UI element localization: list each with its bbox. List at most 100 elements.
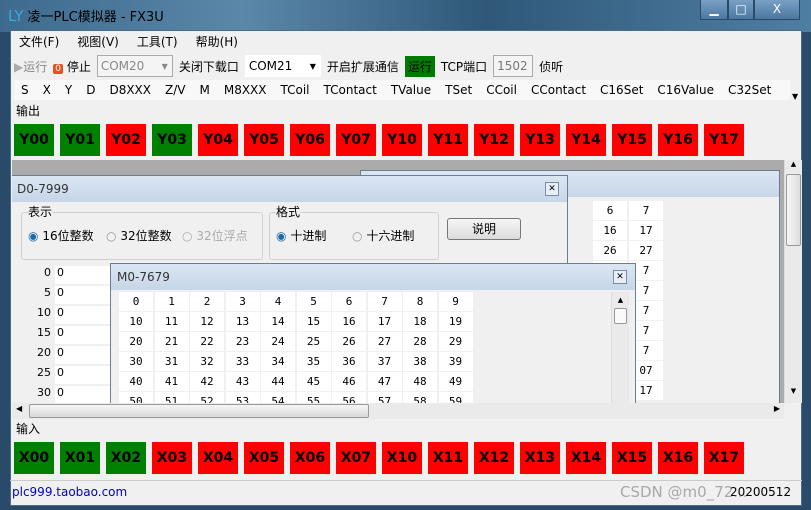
m-relay-cell[interactable]: 9 (438, 292, 473, 311)
output-y11[interactable]: Y11 (428, 124, 468, 156)
radio-hex[interactable]: ○ 十六进制 (352, 227, 414, 244)
m-relay-cell[interactable]: 37 (367, 352, 402, 371)
m-relay-cell[interactable]: 12 (190, 312, 224, 331)
tab-x[interactable]: X (36, 80, 58, 100)
tab-c32set[interactable]: C32Set (721, 80, 778, 100)
m-relay-cell[interactable]: 28 (403, 332, 437, 351)
m-relay-cell[interactable]: 2 (190, 292, 224, 311)
output-y15[interactable]: Y15 (612, 124, 652, 156)
m-relay-cell[interactable]: 26 (332, 332, 366, 351)
workspace-vertical-scrollbar[interactable]: ▲ ▼ (784, 160, 802, 403)
open-ext-comm-button[interactable]: 开启扩展通信 (327, 58, 399, 75)
m-relay-cell[interactable]: 24 (261, 332, 295, 351)
input-x14[interactable]: X14 (566, 442, 606, 474)
output-y05[interactable]: Y05 (244, 124, 284, 156)
d-value-cell[interactable]: 0 (55, 266, 115, 284)
m-relay-cell[interactable]: 17 (367, 312, 402, 331)
m-relay-cell[interactable]: 1 (154, 292, 189, 311)
m-relay-cell[interactable]: 13 (225, 312, 260, 331)
tab-ccoil[interactable]: CCoil (479, 80, 524, 100)
input-x00[interactable]: X00 (14, 442, 54, 474)
m-relay-cell[interactable]: 50 (119, 392, 153, 403)
m-relay-cell[interactable]: 31 (154, 352, 189, 371)
input-x10[interactable]: X10 (382, 442, 422, 474)
tab-m8xxx[interactable]: M8XXX (217, 80, 274, 100)
close-button[interactable]: X (754, 0, 800, 20)
vertical-scrollbar[interactable]: ▲ (611, 292, 629, 403)
d-value-cell[interactable]: 0 (55, 306, 115, 324)
menu-help[interactable]: 帮助(H) (196, 32, 238, 52)
m-relay-cell[interactable]: 39 (438, 352, 473, 371)
m-relay-cell[interactable]: 55 (296, 392, 331, 403)
ext-port-select[interactable]: COM21 ▼ (244, 55, 321, 77)
input-x03[interactable]: X03 (152, 442, 192, 474)
output-y16[interactable]: Y16 (658, 124, 698, 156)
input-x01[interactable]: X01 (60, 442, 100, 474)
m-relay-cell[interactable]: 38 (403, 352, 437, 371)
input-x07[interactable]: X07 (336, 442, 376, 474)
radio-32bit[interactable]: ○ 32位整数 (106, 227, 172, 244)
d-value-cell[interactable]: 0 (55, 386, 115, 403)
tab-c16set[interactable]: C16Set (593, 80, 650, 100)
tab-ccontact[interactable]: CContact (524, 80, 593, 100)
m-relay-cell[interactable]: 15 (296, 312, 331, 331)
m-relay-cell[interactable]: 35 (296, 352, 331, 371)
d-value-cell[interactable]: 0 (55, 366, 115, 384)
m-relay-cell[interactable]: 47 (367, 372, 402, 391)
tab-c16value[interactable]: C16Value (650, 80, 721, 100)
output-y17[interactable]: Y17 (704, 124, 744, 156)
m-relay-cell[interactable]: 57 (367, 392, 402, 403)
m-relay-cell[interactable]: 16 (332, 312, 366, 331)
output-y07[interactable]: Y07 (336, 124, 376, 156)
m-relay-cell[interactable]: 20 (119, 332, 153, 351)
output-y13[interactable]: Y13 (520, 124, 560, 156)
tab-tset[interactable]: TSet (438, 80, 479, 100)
scroll-thumb[interactable] (29, 404, 369, 418)
m-relay-cell[interactable]: 40 (119, 372, 153, 391)
m-relay-cell[interactable]: 7 (367, 292, 402, 311)
close-icon[interactable]: ✕ (613, 270, 627, 284)
scroll-left-icon[interactable]: ◀ (16, 404, 22, 413)
m-relay-cell[interactable]: 33 (225, 352, 260, 371)
m-relay-cell[interactable]: 23 (225, 332, 260, 351)
m-relay-cell[interactable]: 10 (119, 312, 153, 331)
m-relay-cell[interactable]: 21 (154, 332, 189, 351)
scroll-thumb[interactable] (614, 308, 627, 324)
scroll-down-icon[interactable]: ▼ (785, 387, 802, 395)
m-relay-cell[interactable]: 5 (296, 292, 331, 311)
shop-link[interactable]: plc999.taobao.com (12, 485, 127, 499)
listen-button[interactable]: 侦听 (539, 58, 563, 75)
output-y03[interactable]: Y03 (152, 124, 192, 156)
m-relay-cell[interactable]: 18 (403, 312, 437, 331)
m-relay-cell[interactable]: 27 (367, 332, 402, 351)
m-relay-cell[interactable]: 44 (261, 372, 295, 391)
m-relay-cell[interactable]: 25 (296, 332, 331, 351)
menu-view[interactable]: 视图(V) (77, 32, 119, 52)
input-x12[interactable]: X12 (474, 442, 514, 474)
m-relay-cell[interactable]: 41 (154, 372, 189, 391)
d-value-cell[interactable]: 0 (55, 346, 115, 364)
input-x02[interactable]: X02 (106, 442, 146, 474)
m-relay-cell[interactable]: 19 (438, 312, 473, 331)
tab-s[interactable]: S (14, 80, 36, 100)
m-relay-cell[interactable]: 48 (403, 372, 437, 391)
m-relay-cell[interactable]: 54 (261, 392, 295, 403)
menu-tools[interactable]: 工具(T) (137, 32, 178, 52)
m-relay-cell[interactable]: 58 (403, 392, 437, 403)
output-y10[interactable]: Y10 (382, 124, 422, 156)
tabs-overflow-icon[interactable]: ▼ (792, 92, 798, 101)
tab-tvalue[interactable]: TValue (384, 80, 438, 100)
download-port-select[interactable]: COM20 ▼ (96, 55, 173, 77)
m-relay-cell[interactable]: 3 (225, 292, 260, 311)
m-relay-cell[interactable]: 51 (154, 392, 189, 403)
radio-decimal[interactable]: ◉ 十进制 (276, 227, 326, 244)
maximize-button[interactable]: □ (728, 0, 754, 20)
m-relay-cell[interactable]: 56 (332, 392, 366, 403)
m-relay-cell[interactable]: 32 (190, 352, 224, 371)
output-y14[interactable]: Y14 (566, 124, 606, 156)
input-x15[interactable]: X15 (612, 442, 652, 474)
m-relay-cell[interactable]: 22 (190, 332, 224, 351)
m-relay-cell[interactable]: 14 (261, 312, 295, 331)
help-button[interactable]: 说明 (447, 218, 521, 240)
tab-z-v[interactable]: Z/V (158, 80, 192, 100)
